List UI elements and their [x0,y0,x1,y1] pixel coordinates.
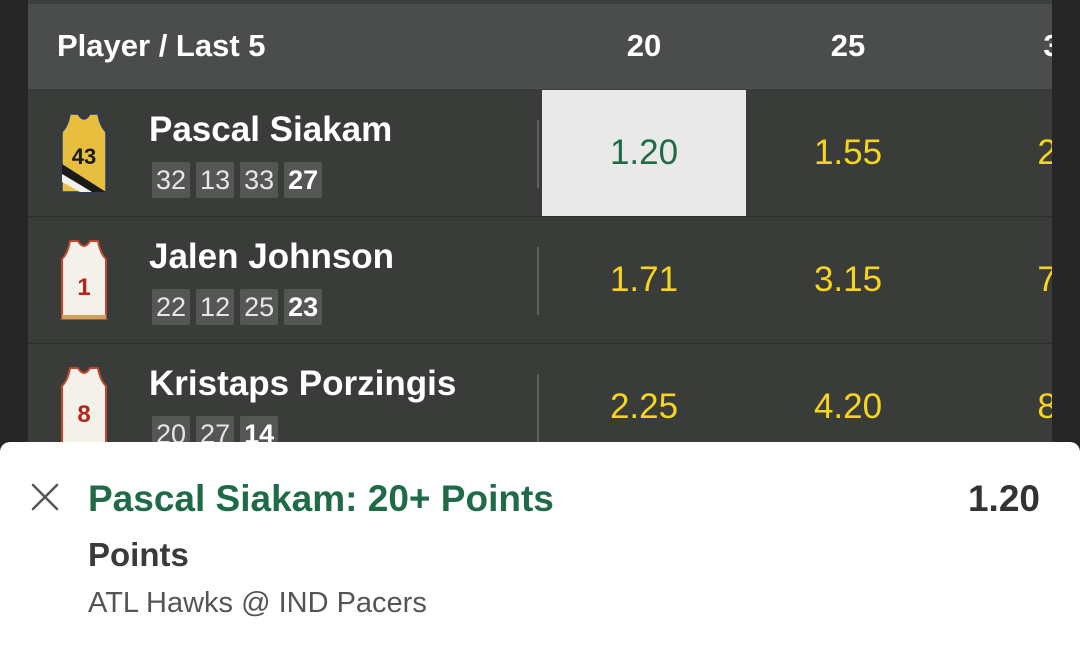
betslip-sheet: Pascal Siakam: 20+ Points 1.20 Points AT… [0,442,1080,660]
odds-button[interactable]: 1.55 [746,90,950,216]
jersey-number: 8 [77,401,90,428]
hawks-white-jersey-icon: 1 [61,240,107,320]
odds-button[interactable]: 2. [950,90,1052,216]
pacers-yellow-jersey-icon: 43 [61,113,107,193]
column-header-25: 25 [830,28,866,63]
last-five-scores: 32 13 33 27 [152,162,323,198]
column-divider [537,374,539,442]
odds-button-selected[interactable]: 1.20 [542,90,746,216]
table-header: Player / Last 5 20 25 3 [28,4,1052,89]
player-name: Kristaps Porzingis [149,364,457,403]
player-name: Pascal Siakam [149,110,393,149]
player-name: Jalen Johnson [149,237,395,276]
score-chip-latest: 23 [284,289,323,325]
table-row: 43 Pascal Siakam 32 13 33 27 1.20 1.55 2… [28,90,1052,216]
column-divider [537,247,539,315]
score-chip-latest: 27 [284,162,323,198]
score-chip: 13 [196,162,235,198]
score-chip: 32 [152,162,191,198]
header-title: Player / Last 5 [57,28,266,63]
betslip-price: 1.20 [967,478,1040,519]
score-chip: 25 [240,289,279,325]
close-icon[interactable] [28,480,62,514]
betslip-event: ATL Hawks @ IND Pacers [88,587,427,619]
player-points-table: Player / Last 5 20 25 3 43 Pascal Siakam… [28,4,1052,464]
score-chip: 33 [240,162,279,198]
jersey-number: 1 [77,274,90,301]
hawks-white-jersey-icon: 8 [61,367,107,447]
score-chip: 22 [152,289,191,325]
column-header-20: 20 [626,28,662,63]
jersey-number: 43 [72,144,96,169]
table-row: 1 Jalen Johnson 22 12 25 23 1.71 3.15 7. [28,217,1052,343]
column-header-3: 3 [950,28,1052,64]
last-five-scores: 22 12 25 23 [152,289,323,325]
odds-button[interactable]: 3.15 [746,217,950,343]
betslip-selection: Pascal Siakam: 20+ Points [88,478,554,519]
odds-button[interactable]: 1.71 [542,217,746,343]
score-chip: 12 [196,289,235,325]
column-divider [537,120,539,188]
odds-button[interactable]: 7. [950,217,1052,343]
betslip-market: Points [88,536,189,573]
app-frame: Player / Last 5 20 25 3 43 Pascal Siakam… [0,0,1080,660]
